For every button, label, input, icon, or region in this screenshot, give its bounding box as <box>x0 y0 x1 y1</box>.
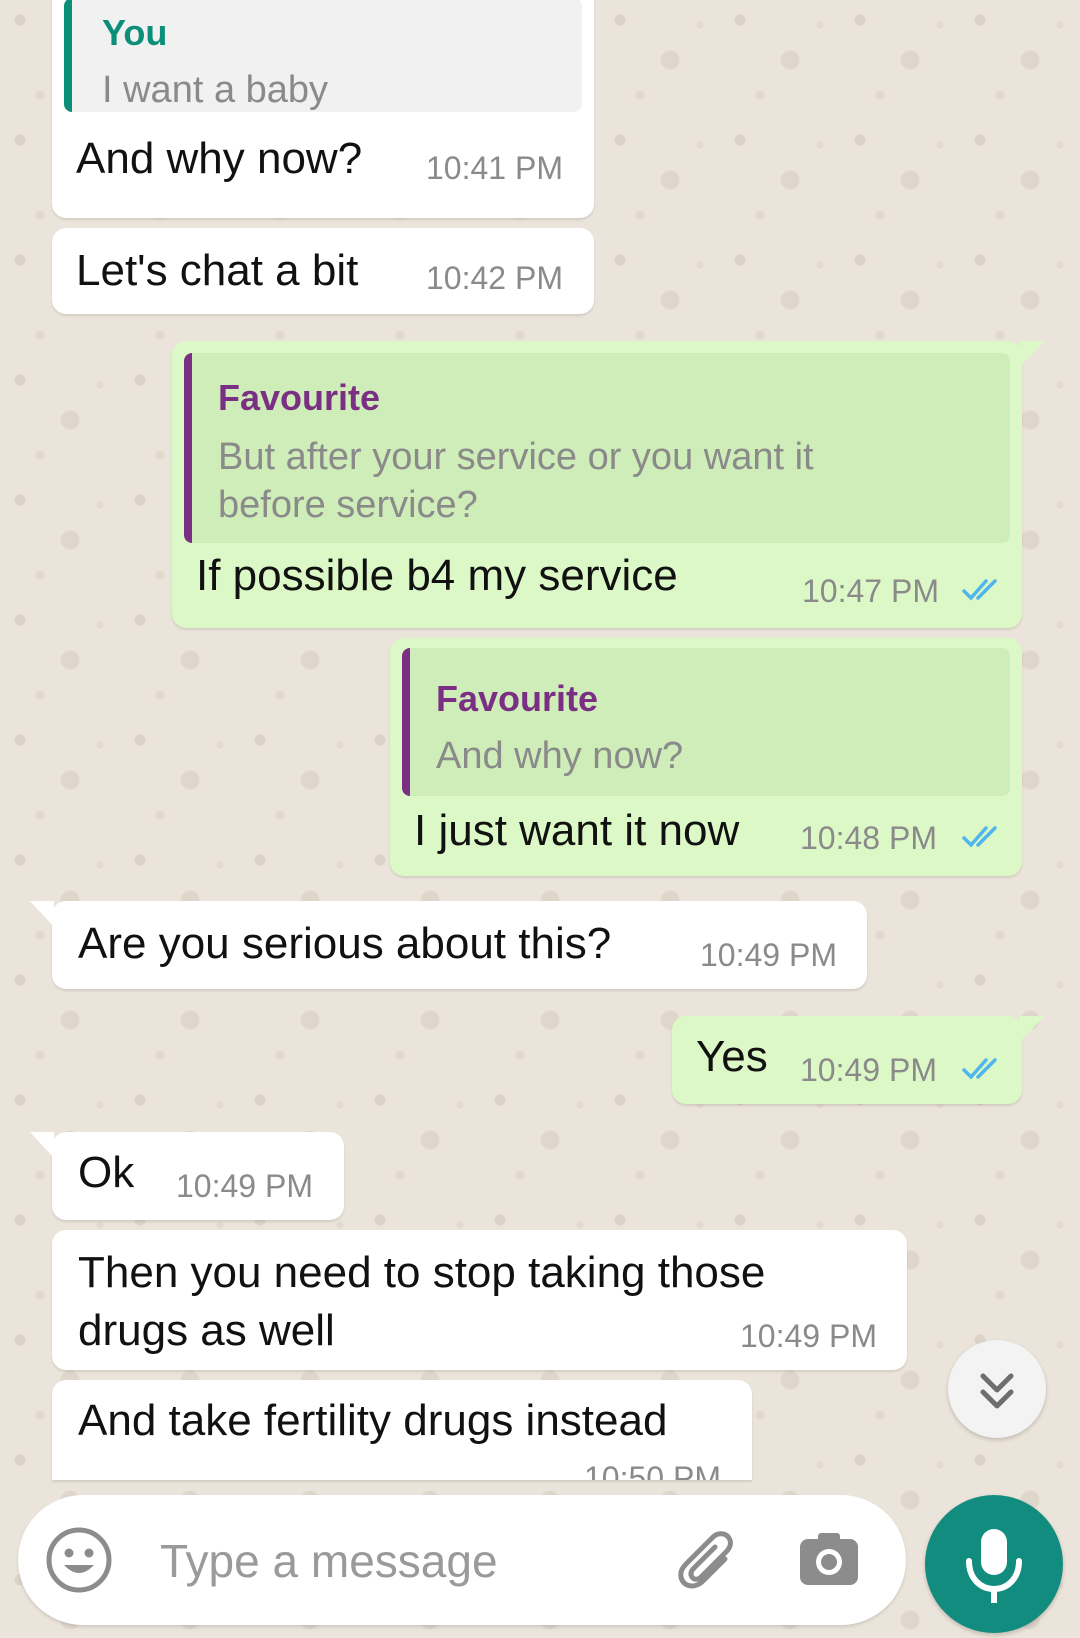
message-time: 10:41 PM <box>426 150 563 186</box>
message-text: Are you serious about this? <box>78 919 612 968</box>
voice-record-button[interactable] <box>925 1495 1063 1633</box>
message-time: 10:48 PM <box>800 820 937 856</box>
message-text-line: drugs as well <box>78 1306 335 1355</box>
message-time: 10:49 PM <box>176 1168 313 1204</box>
message-text: I just want it now <box>414 806 740 855</box>
message-time: 10:47 PM <box>802 573 939 609</box>
message-bubble-incoming[interactable]: Ok 10:49 PM <box>30 1132 344 1220</box>
camera-icon[interactable] <box>796 1527 862 1593</box>
message-bubble-incoming[interactable]: Let's chat a bit 10:42 PM <box>52 228 594 314</box>
quote-author: Favourite <box>436 678 599 719</box>
quote-text-line: But after your service or you want it <box>218 436 814 478</box>
message-bubble-incoming[interactable]: Are you serious about this? 10:49 PM <box>30 901 867 989</box>
message-time: 10:50 PM <box>584 1460 721 1480</box>
chevron-double-down-icon <box>980 1373 1014 1409</box>
message-time: 10:49 PM <box>800 1052 937 1088</box>
message-bubble-incoming[interactable]: Then you need to stop taking those drugs… <box>52 1230 907 1370</box>
scroll-to-bottom-button[interactable] <box>948 1340 1046 1438</box>
message-composer <box>18 1495 906 1625</box>
message-text: If possible b4 my service <box>196 551 678 600</box>
quote-text-line: before service? <box>218 484 478 526</box>
message-text: Yes <box>696 1032 768 1081</box>
message-time: 10:49 PM <box>700 937 837 973</box>
emoji-icon[interactable] <box>44 1525 114 1595</box>
message-time: 10:42 PM <box>426 260 563 296</box>
message-input[interactable] <box>158 1515 662 1607</box>
message-time: 10:49 PM <box>740 1318 877 1354</box>
message-bubble-outgoing[interactable]: Yes 10:49 PM <box>672 1016 1044 1104</box>
quote-author: Favourite <box>218 377 381 418</box>
message-bubble-incoming[interactable]: You I want a baby And why now? 10:41 PM <box>52 0 594 218</box>
read-receipt-icon <box>962 579 997 601</box>
message-bubble-outgoing[interactable]: Favourite But after your service or you … <box>172 341 1044 628</box>
quoted-message[interactable]: Favourite And why now? <box>402 648 1010 796</box>
message-text: Ok <box>78 1148 135 1197</box>
message-text: Let's chat a bit <box>76 246 359 295</box>
quoted-message[interactable]: You I want a baby <box>64 0 582 112</box>
read-receipt-icon <box>962 826 997 848</box>
message-text: And why now? <box>76 134 363 183</box>
message-text-line: Then you need to stop taking those <box>78 1248 766 1297</box>
paperclip-icon[interactable] <box>673 1525 743 1595</box>
quote-author: You <box>102 12 168 53</box>
quoted-message[interactable]: Favourite But after your service or you … <box>184 353 1010 543</box>
microphone-icon <box>966 1529 1022 1603</box>
quote-text: And why now? <box>436 735 684 777</box>
read-receipt-icon <box>962 1058 997 1080</box>
message-bubble-incoming[interactable]: And take fertility drugs instead 10:50 P… <box>52 1380 752 1480</box>
message-bubble-outgoing[interactable]: Favourite And why now? I just want it no… <box>390 638 1022 876</box>
quote-text: I want a baby <box>102 69 329 111</box>
message-text: And take fertility drugs instead <box>78 1396 668 1445</box>
